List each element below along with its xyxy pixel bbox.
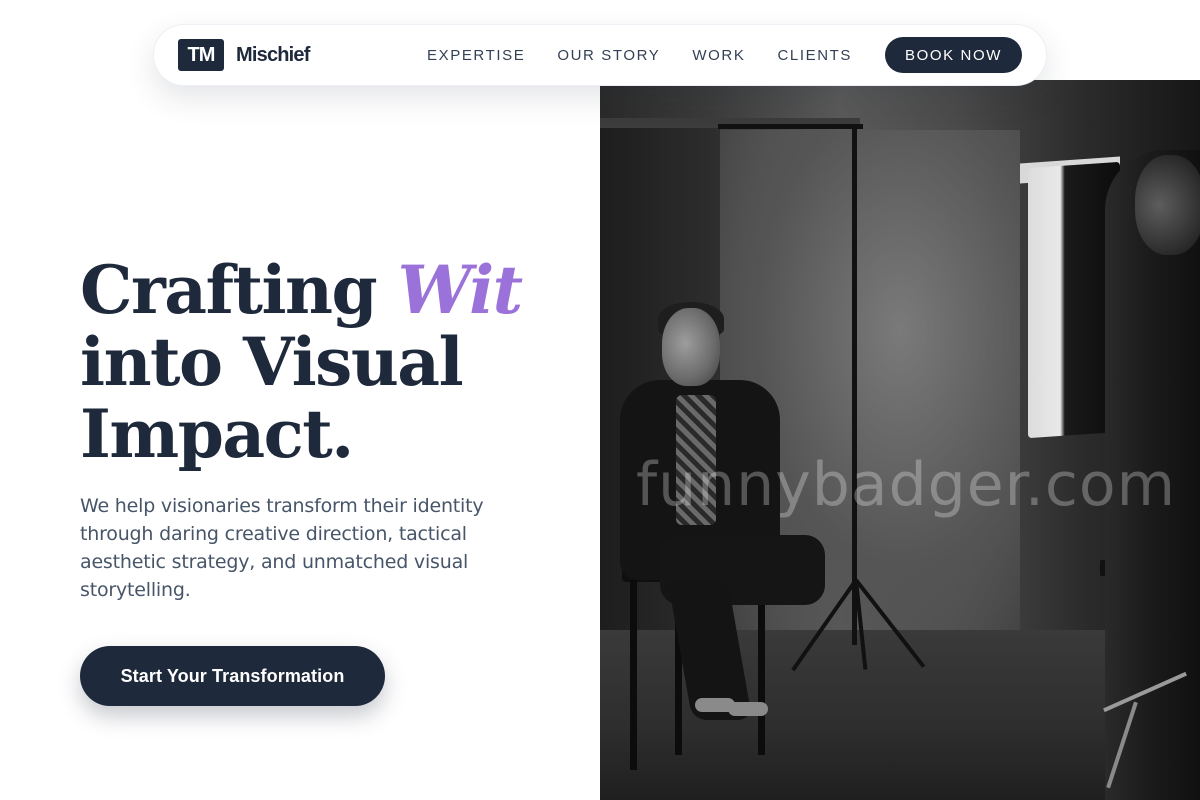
start-transformation-button[interactable]: Start Your Transformation bbox=[80, 646, 385, 706]
photo-stool-leg bbox=[630, 580, 637, 770]
photo-subject-foot bbox=[728, 702, 768, 716]
nav-link-work[interactable]: WORK bbox=[692, 47, 745, 64]
hero-title-part: Crafting bbox=[80, 251, 398, 329]
photo-subject-head bbox=[662, 308, 720, 386]
nav-link-expertise[interactable]: EXPERTISE bbox=[427, 47, 525, 64]
navbar: TM Mischief EXPERTISE OUR STORY WORK CLI… bbox=[153, 24, 1047, 86]
landing-page: funnybadger.com TM Mischief EXPERTISE OU… bbox=[0, 0, 1200, 800]
hero-title: Crafting Wit into Visual Impact. bbox=[80, 254, 580, 470]
photo-light-stand bbox=[852, 125, 857, 645]
photo-watermark: funnybadger.com bbox=[636, 450, 1177, 520]
hero-title-accent: Wit bbox=[397, 251, 524, 329]
brand-logo[interactable]: TM bbox=[178, 39, 224, 71]
hero-photo: funnybadger.com bbox=[600, 80, 1200, 800]
book-now-button[interactable]: BOOK NOW bbox=[885, 37, 1022, 73]
brand[interactable]: TM Mischief bbox=[178, 39, 310, 71]
photo-stool-leg bbox=[758, 580, 765, 755]
hero-title-line-3: Impact. bbox=[80, 395, 354, 473]
hero-title-line-2: into Visual bbox=[80, 323, 464, 401]
photo-photographer-head bbox=[1135, 155, 1200, 255]
nav-link-clients[interactable]: CLIENTS bbox=[777, 47, 852, 64]
nav-link-our-story[interactable]: OUR STORY bbox=[557, 47, 660, 64]
hero-section: Crafting Wit into Visual Impact. We help… bbox=[80, 254, 580, 604]
hero-subtitle: We help visionaries transform their iden… bbox=[80, 495, 484, 601]
photo-stand-arm bbox=[718, 124, 863, 129]
nav-links: EXPERTISE OUR STORY WORK CLIENTS bbox=[427, 47, 852, 64]
hero-title-line-1: Crafting Wit bbox=[80, 254, 580, 326]
brand-name[interactable]: Mischief bbox=[236, 44, 310, 67]
